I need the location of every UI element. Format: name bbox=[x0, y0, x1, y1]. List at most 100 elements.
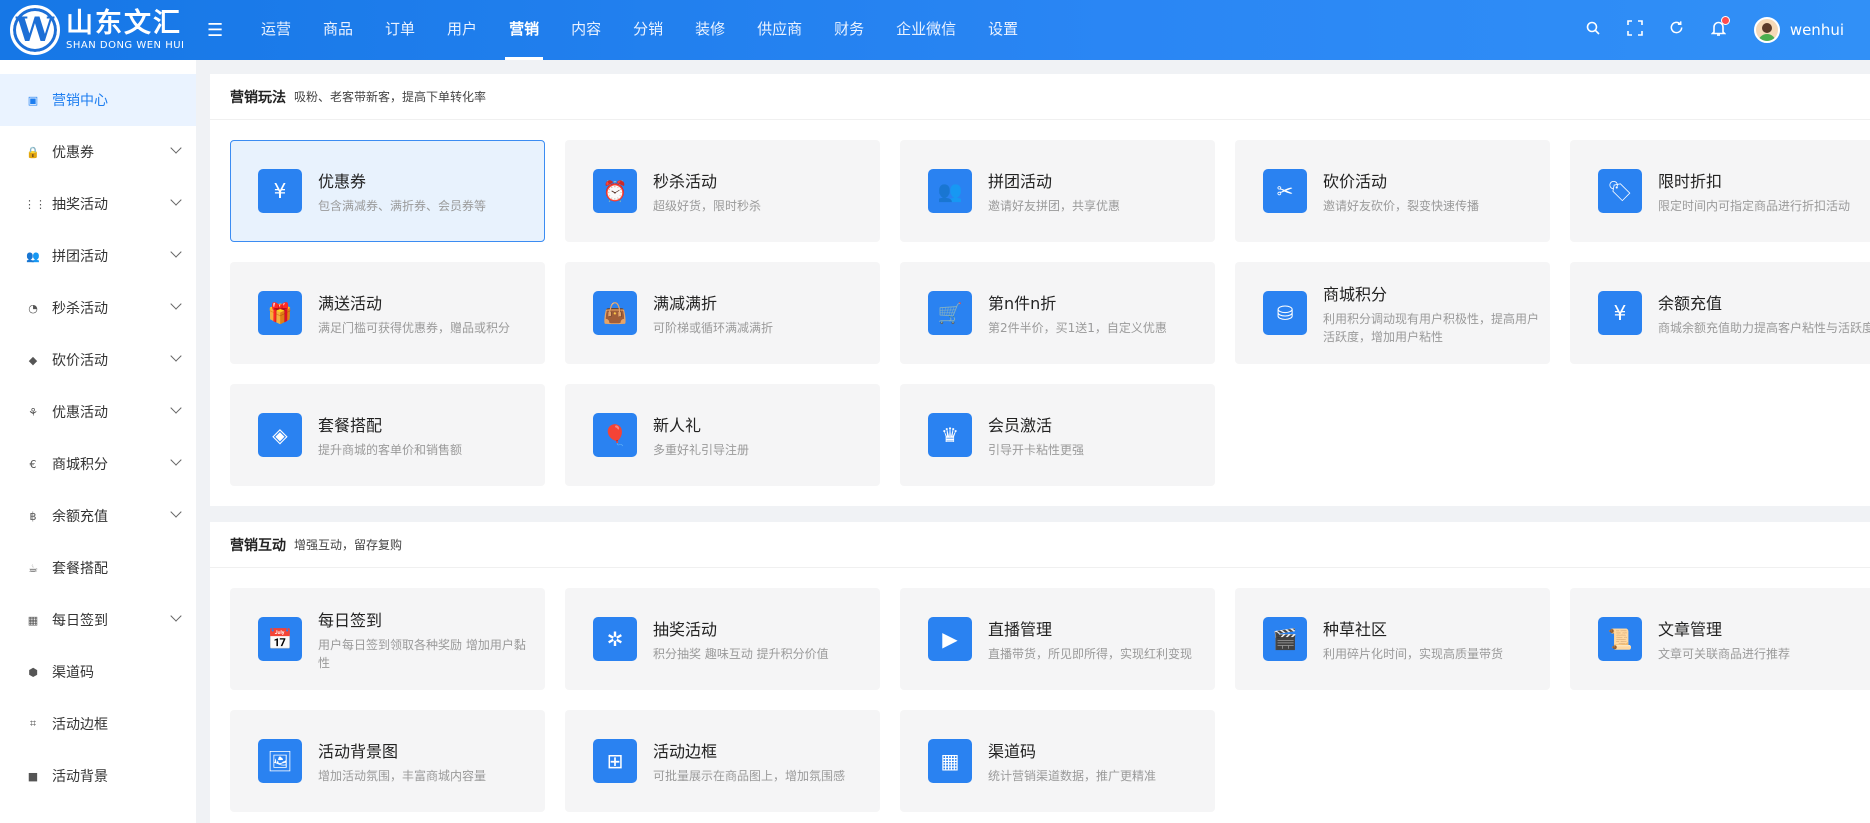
section-subtitle: 吸粉、老客带新客，提高下单转化率 bbox=[294, 90, 487, 104]
feature-card[interactable]: 🖼 活动背景图 增加活动氛围，丰富商城内容量 bbox=[230, 710, 545, 812]
sidebar-item[interactable]: 🔒 优惠券 bbox=[0, 126, 196, 178]
chevron-down-icon bbox=[170, 142, 182, 154]
card-body: 砍价活动 邀请好友砍价，裂变快速传播 bbox=[1323, 168, 1487, 215]
nav-tab[interactable]: 企业微信 bbox=[880, 0, 972, 60]
feature-card[interactable]: 📅 每日签到 用户每日签到领取各种奖励 增加用户黏性 bbox=[230, 588, 545, 690]
sidebar-item[interactable]: ■ 活动背景 bbox=[0, 750, 196, 802]
sidebar-item[interactable]: ▣ 营销中心 bbox=[0, 74, 196, 126]
cart-icon: 🛒 bbox=[928, 291, 972, 335]
sidebar-item[interactable]: ⬢ 渠道码 bbox=[0, 646, 196, 698]
sidebar-item[interactable]: ◆ 砍价活动 bbox=[0, 334, 196, 386]
sidebar-item-label: 优惠券 bbox=[52, 145, 94, 161]
sidebar-item[interactable]: € 商城积分 bbox=[0, 438, 196, 490]
sidebar-item-icon: ▣ bbox=[27, 93, 39, 107]
card-title: 满送活动 bbox=[318, 293, 383, 313]
card-body: 第n件n折 第2件半价，买1送1，自定义优惠 bbox=[988, 290, 1175, 337]
search-icon[interactable] bbox=[1572, 20, 1614, 40]
sidebar-item[interactable]: ⋮⋮ 抽奖活动 bbox=[0, 178, 196, 230]
card-description: 限定时间内可指定商品进行折扣活动 bbox=[1658, 198, 1851, 213]
nav-tab[interactable]: 订单 bbox=[369, 0, 431, 60]
card-title: 抽奖活动 bbox=[653, 619, 718, 639]
nav-tab[interactable]: 分销 bbox=[617, 0, 679, 60]
feature-card[interactable]: ⛁ 商城积分 利用积分调动现有用户积极性，提高用户活跃度，增加用户粘性 bbox=[1235, 262, 1550, 364]
card-body: 套餐搭配 提升商城的客单价和销售额 bbox=[318, 412, 470, 459]
feature-card[interactable]: 🎬 种草社区 利用碎片化时间，实现高质量带货 bbox=[1235, 588, 1550, 690]
nav-tab[interactable]: 内容 bbox=[555, 0, 617, 60]
feature-card[interactable]: ▦ 渠道码 统计营销渠道数据，推广更精准 bbox=[900, 710, 1215, 812]
card-body: 种草社区 利用碎片化时间，实现高质量带货 bbox=[1323, 616, 1511, 663]
feature-card[interactable]: 🎈 新人礼 多重好礼引导注册 bbox=[565, 384, 880, 486]
sidebar-item-icon: ฿ bbox=[29, 509, 37, 523]
sidebar: ▣ 营销中心 🔒 优惠券 ⋮⋮ 抽奖活动 👥 拼团活动 ◔ 秒杀活动 ◆ 砍价活动 ⚘ 优惠活动 € 商城积分… bbox=[0, 60, 196, 823]
feature-card[interactable]: 🎁 满送活动 满足门槛可获得优惠券，赠品或积分 bbox=[230, 262, 545, 364]
feature-card[interactable]: 🏷 限时折扣 限定时间内可指定商品进行折扣活动 bbox=[1570, 140, 1870, 242]
card-title: 会员激活 bbox=[988, 415, 1053, 435]
sidebar-item-label: 活动背景 bbox=[52, 769, 108, 785]
menu-fold-icon[interactable]: ☰ bbox=[207, 20, 237, 41]
sidebar-item[interactable]: ฿ 余额充值 bbox=[0, 490, 196, 542]
nav-tab[interactable]: 设置 bbox=[972, 0, 1034, 60]
top-nav: 运营 商品 订单 用户 营销 内容 分销 装修 供应商 财务 企业微信 设置 bbox=[245, 0, 1034, 60]
section-panel: 营销互动 增强互动，留存复购 📅 每日签到 用户每日签到领取各种奖励 增加用户黏性 ✲ 抽奖… bbox=[210, 522, 1870, 823]
feature-card[interactable]: ⏰ 秒杀活动 超级好货，限时秒杀 bbox=[565, 140, 880, 242]
sidebar-item[interactable]: ⌗ 活动边框 bbox=[0, 698, 196, 750]
card-description: 多重好礼引导注册 bbox=[653, 442, 750, 457]
feature-card[interactable]: 👜 满减满折 可阶梯或循环满减满折 bbox=[565, 262, 880, 364]
feature-card[interactable]: ✂ 砍价活动 邀请好友砍价，裂变快速传播 bbox=[1235, 140, 1550, 242]
sidebar-item-icon: 🔒 bbox=[26, 145, 40, 159]
calendar-check-icon: 📅 bbox=[258, 617, 302, 661]
nav-tab[interactable]: 运营 bbox=[245, 0, 307, 60]
card-title: 商城积分 bbox=[1323, 284, 1388, 304]
card-description: 用户每日签到领取各种奖励 增加用户黏性 bbox=[318, 637, 526, 670]
bag-icon: 👜 bbox=[593, 291, 637, 335]
feature-card[interactable]: ♛ 会员激活 引导开卡粘性更强 bbox=[900, 384, 1215, 486]
feature-card[interactable]: ▶ 直播管理 直播带货，所见即所得，实现红利变现 bbox=[900, 588, 1215, 690]
chevron-down-icon bbox=[170, 350, 182, 362]
bell-icon[interactable] bbox=[1698, 15, 1740, 41]
card-body: 活动边框 可批量展示在商品图上，增加氛围感 bbox=[653, 738, 853, 785]
header-actions: wenhui bbox=[1572, 0, 1870, 60]
avatar[interactable] bbox=[1753, 17, 1780, 43]
sidebar-item[interactable]: ◔ 秒杀活动 bbox=[0, 282, 196, 334]
fullscreen-icon[interactable] bbox=[1614, 19, 1656, 41]
nav-tab[interactable]: 商品 bbox=[307, 0, 369, 60]
discount-tag-icon: 🏷 bbox=[1598, 169, 1642, 213]
chevron-down-icon bbox=[170, 610, 182, 622]
card-description: 提升商城的客单价和销售额 bbox=[318, 442, 463, 457]
sidebar-item[interactable]: ⚘ 优惠活动 bbox=[0, 386, 196, 438]
card-description: 邀请好友砍价，裂变快速传播 bbox=[1323, 198, 1480, 213]
nav-tab[interactable]: 用户 bbox=[431, 0, 493, 60]
lottery-wheel-icon: ✲ bbox=[593, 617, 637, 661]
nav-tab[interactable]: 财务 bbox=[818, 0, 880, 60]
sidebar-item[interactable]: ▦ 每日签到 bbox=[0, 594, 196, 646]
notification-dot bbox=[1720, 15, 1730, 25]
feature-card[interactable]: ✲ 抽奖活动 积分抽奖 趣味互动 提升积分价值 bbox=[565, 588, 880, 690]
brand-logo[interactable]: W 山东文汇 SHAN DONG WEN HUI bbox=[0, 0, 195, 60]
logo-w-icon: W bbox=[10, 5, 60, 55]
nav-tab[interactable]: 供应商 bbox=[741, 0, 818, 60]
feature-card[interactable]: ◈ 套餐搭配 提升商城的客单价和销售额 bbox=[230, 384, 545, 486]
card-body: 新人礼 多重好礼引导注册 bbox=[653, 412, 757, 459]
nav-tab[interactable]: 营销 bbox=[493, 0, 555, 60]
sidebar-item[interactable]: 👥 拼团活动 bbox=[0, 230, 196, 282]
sidebar-item-label: 商城积分 bbox=[52, 457, 108, 473]
feature-card[interactable]: ⊞ 活动边框 可批量展示在商品图上，增加氛围感 bbox=[565, 710, 880, 812]
feature-card[interactable]: 🛒 第n件n折 第2件半价，买1送1，自定义优惠 bbox=[900, 262, 1215, 364]
card-description: 可批量展示在商品图上，增加氛围感 bbox=[653, 768, 846, 783]
card-description: 引导开卡粘性更强 bbox=[988, 442, 1085, 457]
sidebar-item[interactable]: ☕ 套餐搭配 bbox=[0, 542, 196, 594]
feature-card[interactable]: 👥 拼团活动 邀请好友拼团，共享优惠 bbox=[900, 140, 1215, 242]
card-title: 秒杀活动 bbox=[653, 171, 718, 191]
card-body: 限时折扣 限定时间内可指定商品进行折扣活动 bbox=[1658, 168, 1858, 215]
feature-card[interactable]: ¥ 优惠券 包含满减券、满折券、会员券等 bbox=[230, 140, 545, 242]
username[interactable]: wenhui bbox=[1790, 21, 1844, 39]
refresh-icon[interactable] bbox=[1656, 20, 1698, 40]
logo-text: 山东文汇 SHAN DONG WEN HUI bbox=[66, 10, 185, 51]
feature-card[interactable]: ¥ 余额充值 商城余额充值助力提高客户粘性与活跃度 bbox=[1570, 262, 1870, 364]
chevron-down-icon bbox=[170, 194, 182, 206]
card-description: 利用碎片化时间，实现高质量带货 bbox=[1323, 646, 1504, 661]
article-icon: 📜 bbox=[1598, 617, 1642, 661]
nav-tab[interactable]: 装修 bbox=[679, 0, 741, 60]
feature-card[interactable]: 📜 文章管理 文章可关联商品进行推荐 bbox=[1570, 588, 1870, 690]
card-title: 活动背景图 bbox=[318, 741, 399, 761]
